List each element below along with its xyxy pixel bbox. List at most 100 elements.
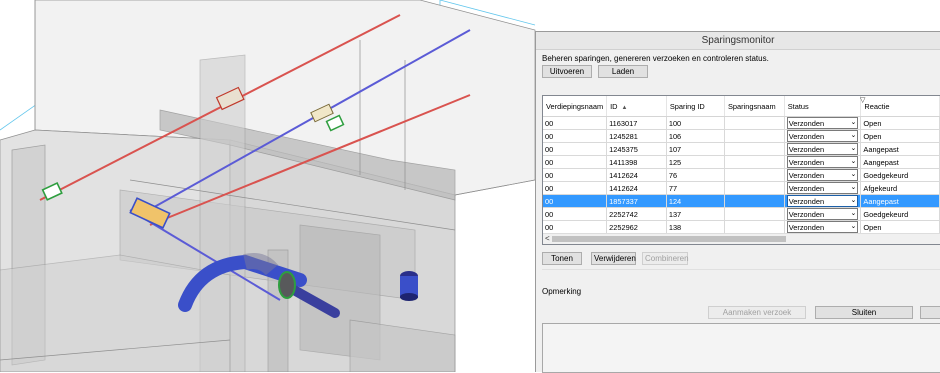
cell-status: Verzonden ⌄: [784, 129, 862, 143]
status-value: Verzonden: [788, 131, 825, 141]
column-header-id[interactable]: ID ▲: [606, 96, 667, 117]
cell-level: 00: [543, 194, 608, 208]
chevron-down-icon[interactable]: ⌄: [851, 145, 857, 153]
cell-opening-id: 100: [666, 116, 726, 130]
cell-opening-name: [724, 155, 785, 169]
cell-opening-id: 76: [666, 168, 726, 182]
cell-opening-id: 125: [666, 155, 726, 169]
column-header-response[interactable]: Reactie: [860, 96, 940, 117]
cell-id: 1412624: [606, 168, 667, 182]
cell-status: Verzonden ⌄: [784, 220, 862, 234]
load-button[interactable]: Laden: [598, 65, 648, 78]
status-dropdown[interactable]: Verzonden ⌄: [786, 130, 859, 142]
divider: [542, 269, 940, 270]
cell-opening-id: 77: [666, 181, 726, 195]
column-header-opening-name[interactable]: Sparingsnaam: [724, 96, 785, 117]
cell-id: 2252742: [606, 207, 667, 221]
cell-opening-name: [724, 116, 785, 130]
table-body: 00 1163017 100 Verzonden ⌄ Open 00 1245281 106 Ve…: [543, 116, 940, 234]
column-header-opening-id[interactable]: Sparing ID: [666, 96, 726, 117]
status-dropdown[interactable]: Verzonden ⌄: [786, 143, 859, 155]
column-header-level[interactable]: Verdiepingsnaam: [543, 96, 608, 117]
cell-opening-name: [724, 207, 785, 221]
cell-opening-name: [724, 168, 785, 182]
openings-grid: Verdiepingsnaam ID ▲ Sparing ID Sparingsn…: [543, 96, 940, 234]
status-dropdown[interactable]: Verzonden ⌄: [786, 156, 859, 168]
remark-textarea[interactable]: [542, 323, 940, 373]
cell-level: 00: [543, 129, 608, 143]
chevron-down-icon[interactable]: ⌄: [851, 223, 857, 231]
cell-status: Verzonden ⌄: [784, 181, 862, 195]
cell-status: Verzonden ⌄: [784, 155, 862, 169]
cell-status: Verzonden ⌄: [784, 194, 862, 208]
run-button[interactable]: Uitvoeren: [542, 65, 592, 78]
table-row[interactable]: 00 2252962 138 Verzonden ⌄ Open: [543, 220, 940, 234]
status-value: Verzonden: [788, 209, 825, 219]
combine-button[interactable]: Combineren: [642, 252, 689, 265]
sort-ascending-icon: ▲: [621, 104, 628, 111]
status-value: Verzonden: [788, 144, 825, 154]
cell-level: 00: [543, 116, 608, 130]
close-button[interactable]: Sluiten: [815, 306, 913, 319]
cell-level: 00: [543, 155, 608, 169]
cell-level: 00: [543, 168, 608, 182]
status-value: Verzonden: [788, 183, 825, 193]
cell-opening-name: [724, 181, 785, 195]
scrollbar-thumb[interactable]: [552, 236, 786, 242]
table-row[interactable]: 00 1163017 100 Verzonden ⌄ Open: [543, 116, 940, 130]
cell-opening-id: 107: [666, 142, 726, 156]
column-header-status[interactable]: Status: [784, 96, 862, 117]
table-row[interactable]: 00 1245375 107 Verzonden ⌄ Aangepast: [543, 142, 940, 156]
delete-button[interactable]: Verwijderen: [591, 252, 636, 265]
cell-opening-id: 106: [666, 129, 726, 143]
filter-icon[interactable]: ▽: [860, 96, 865, 104]
cell-response: Aangepast: [860, 142, 940, 156]
cell-id: 1245375: [606, 142, 667, 156]
chevron-down-icon[interactable]: ⌄: [851, 158, 857, 166]
table-row[interactable]: 00 1411398 125 Verzonden ⌄ Aangepast: [543, 155, 940, 169]
dialog-description: Beheren sparingen, genereren verzoeken e…: [542, 54, 769, 63]
cell-opening-name: [724, 142, 785, 156]
extra-button-partial[interactable]: [920, 306, 940, 319]
cell-opening-name: [724, 220, 785, 234]
cell-opening-id: 137: [666, 207, 726, 221]
status-dropdown[interactable]: Verzonden ⌄: [786, 169, 859, 181]
dialog-title: Sparingsmonitor: [536, 32, 940, 50]
status-dropdown[interactable]: Verzonden ⌄: [786, 182, 859, 194]
cell-opening-id: 138: [666, 220, 726, 234]
chevron-down-icon[interactable]: ⌄: [851, 184, 857, 192]
table-row[interactable]: 00 1412624 76 Verzonden ⌄ Goedgekeurd: [543, 168, 940, 182]
cell-status: Verzonden ⌄: [784, 168, 862, 182]
cell-id: 1411398: [606, 155, 667, 169]
scroll-left-icon[interactable]: <: [545, 234, 550, 244]
table-row[interactable]: 00 1245281 106 Verzonden ⌄ Open: [543, 129, 940, 143]
cell-id: 1163017: [606, 116, 667, 130]
status-value: Verzonden: [788, 222, 825, 232]
status-dropdown[interactable]: Verzonden ⌄: [786, 117, 859, 129]
table-row[interactable]: 00 2252742 137 Verzonden ⌄ Goedgekeurd: [543, 207, 940, 221]
status-value: Verzonden: [788, 170, 825, 180]
cell-opening-name: [724, 194, 785, 208]
table-row[interactable]: 00 1412624 77 Verzonden ⌄ Afgekeurd: [543, 181, 940, 195]
status-dropdown[interactable]: Verzonden ⌄: [786, 221, 859, 233]
cell-id: 1857337: [606, 194, 667, 208]
building-walls: [0, 0, 536, 372]
sparingsmonitor-dialog: Sparingsmonitor Beheren sparingen, gener…: [535, 31, 940, 373]
horizontal-scrollbar[interactable]: <: [543, 233, 940, 244]
cell-response: Afgekeurd: [860, 181, 940, 195]
remark-label: Opmerking: [542, 287, 582, 296]
column-header-id-label: ID: [610, 101, 618, 111]
status-dropdown[interactable]: Verzonden ⌄: [786, 195, 859, 207]
table-row[interactable]: 00 1857337 124 Verzonden ⌄ Aangepast: [543, 194, 940, 208]
show-button[interactable]: Tonen: [542, 252, 582, 265]
cell-opening-name: [724, 129, 785, 143]
create-request-button[interactable]: Aanmaken verzoek: [708, 306, 806, 319]
chevron-down-icon[interactable]: ⌄: [851, 132, 857, 140]
status-dropdown[interactable]: Verzonden ⌄: [786, 208, 859, 220]
chevron-down-icon[interactable]: ⌄: [851, 197, 857, 205]
status-value: Verzonden: [788, 196, 825, 206]
status-value: Verzonden: [788, 157, 825, 167]
chevron-down-icon[interactable]: ⌄: [851, 210, 857, 218]
chevron-down-icon[interactable]: ⌄: [851, 119, 857, 127]
chevron-down-icon[interactable]: ⌄: [851, 171, 857, 179]
